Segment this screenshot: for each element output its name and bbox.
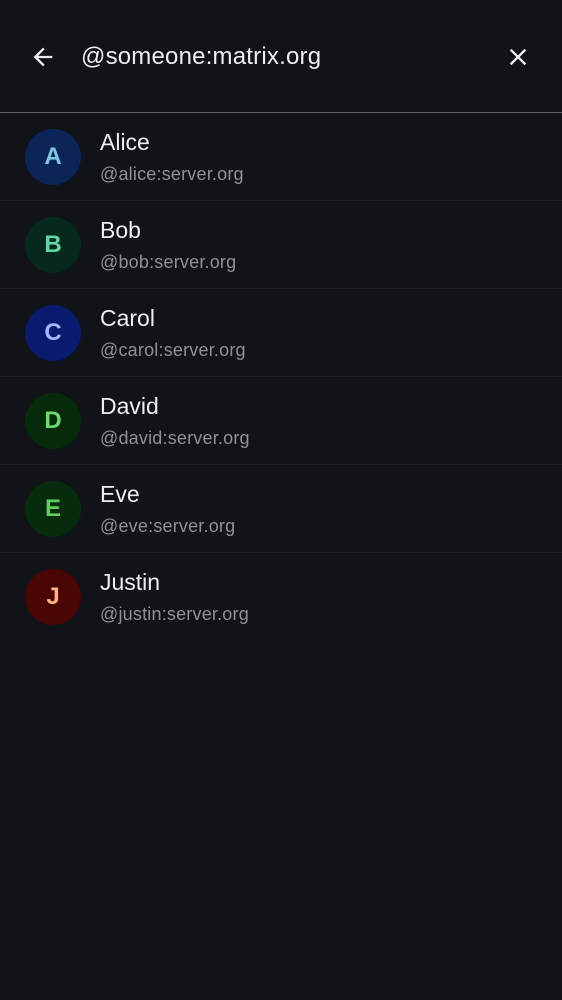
avatar: C — [25, 305, 81, 361]
user-id: @eve:server.org — [100, 516, 236, 536]
user-row[interactable]: C Carol @carol:server.org — [0, 289, 562, 377]
search-bar — [0, 0, 562, 113]
avatar-initial: D — [44, 407, 62, 434]
avatar: B — [25, 217, 81, 273]
user-row[interactable]: E Eve @eve:server.org — [0, 465, 562, 553]
avatar-initial: B — [44, 231, 62, 258]
user-display-name: Alice — [100, 129, 150, 155]
user-display-name: Carol — [100, 305, 155, 331]
app-window: A Alice @alice:server.org B Bob @bob:ser… — [0, 0, 562, 1000]
avatar: D — [25, 393, 81, 449]
user-display-name: Bob — [100, 217, 141, 243]
avatar-initial: C — [44, 319, 62, 346]
user-display-name: Justin — [100, 569, 161, 595]
user-row[interactable]: B Bob @bob:server.org — [0, 201, 562, 289]
user-display-name: David — [100, 393, 159, 419]
user-list: A Alice @alice:server.org B Bob @bob:ser… — [0, 113, 562, 641]
user-row[interactable]: A Alice @alice:server.org — [0, 113, 562, 201]
avatar-initial: A — [44, 143, 62, 170]
user-id: @justin:server.org — [100, 604, 249, 624]
user-id: @alice:server.org — [100, 164, 244, 184]
back-button[interactable] — [22, 36, 64, 78]
user-row[interactable]: D David @david:server.org — [0, 377, 562, 465]
avatar: A — [25, 129, 81, 185]
avatar: J — [25, 569, 81, 625]
user-display-name: Eve — [100, 481, 140, 507]
avatar-initial: E — [44, 495, 61, 522]
search-input[interactable] — [81, 36, 481, 78]
user-id: @david:server.org — [100, 428, 250, 448]
user-id: @bob:server.org — [100, 252, 237, 272]
user-id: @carol:server.org — [100, 340, 246, 360]
avatar-initial: J — [46, 583, 60, 610]
user-row[interactable]: J Justin @justin:server.org — [0, 553, 562, 641]
clear-search-button[interactable] — [497, 36, 539, 78]
avatar: E — [25, 481, 81, 537]
arrow-left-icon — [33, 47, 53, 67]
close-icon — [509, 48, 527, 66]
